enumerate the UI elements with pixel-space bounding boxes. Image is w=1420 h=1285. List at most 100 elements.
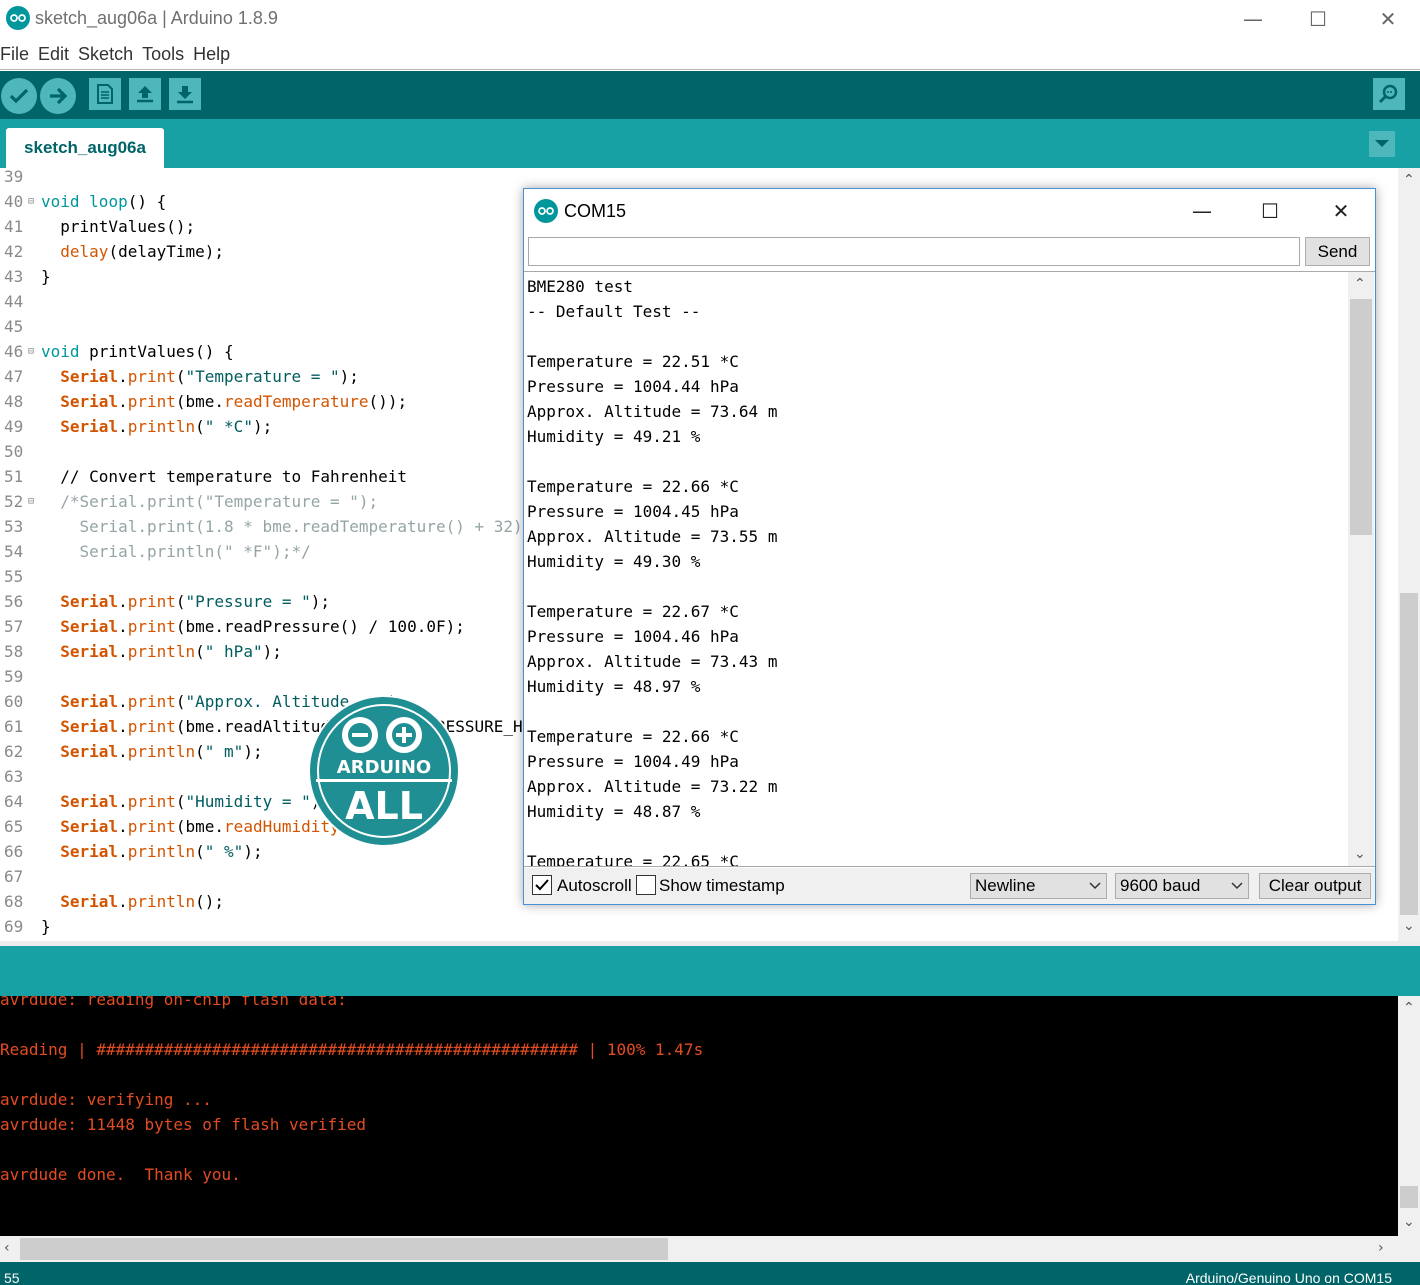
- fold-toggle-icon[interactable]: ⊟: [28, 346, 34, 357]
- send-button[interactable]: Send: [1305, 237, 1370, 266]
- arduino-logo-icon: [534, 199, 558, 223]
- verify-button[interactable]: [1, 78, 37, 114]
- editor-scrollbar[interactable]: ⌃ ⌄: [1398, 168, 1420, 941]
- line-number: 51: [4, 467, 24, 486]
- serial-output-line: Humidity = 49.30 %: [527, 552, 701, 571]
- menu-divider: [0, 69, 1420, 70]
- maximize-button[interactable]: ☐: [1283, 0, 1353, 38]
- code-line: // Convert temperature to Fahrenheit: [41, 467, 407, 486]
- line-number: 41: [4, 217, 24, 236]
- open-icon: [137, 86, 153, 103]
- scroll-up-icon[interactable]: ⌃: [1403, 1000, 1415, 1016]
- code-token: delay: [60, 242, 109, 261]
- serial-monitor-window: COM15 — ☐ ✕ Send BME280 test -- Default T…: [523, 188, 1376, 905]
- serial-output[interactable]: BME280 test -- Default Test -- Temperature…: [524, 271, 1375, 867]
- minimize-button[interactable]: —: [1218, 0, 1288, 38]
- scroll-down-icon[interactable]: ⌄: [1403, 1214, 1415, 1230]
- code-token: print: [127, 617, 176, 636]
- code-token: print: [127, 792, 176, 811]
- serial-output-line: Humidity = 49.21 %: [527, 427, 701, 446]
- tab-menu-button[interactable]: [1369, 131, 1395, 157]
- code-token: () {: [127, 192, 167, 211]
- baud-rate-select[interactable]: 9600 baud: [1115, 873, 1249, 899]
- save-button[interactable]: [169, 78, 201, 110]
- editor-scrollbar-thumb[interactable]: [1400, 593, 1418, 915]
- arduino-logo-icon: [6, 6, 30, 30]
- fold-toggle-icon[interactable]: ⊟: [28, 496, 34, 507]
- code-token: .: [118, 792, 128, 811]
- line-number: 68: [4, 892, 24, 911]
- console-line: avrdude: 11448 bytes of flash verified: [0, 1115, 367, 1134]
- menu-edit[interactable]: Edit: [38, 44, 69, 70]
- code-token: println: [127, 892, 196, 911]
- scroll-left-icon[interactable]: ‹: [4, 1240, 10, 1256]
- code-token: );: [252, 417, 273, 436]
- serial-output-line: Temperature = 22.51 *C: [527, 352, 739, 371]
- code-line: }: [41, 917, 51, 936]
- code-line: }: [41, 267, 51, 286]
- sm-close-button[interactable]: ✕: [1306, 189, 1376, 233]
- new-button[interactable]: [89, 78, 121, 110]
- fold-toggle-icon[interactable]: ⊟: [28, 196, 34, 207]
- code-token: Serial: [60, 892, 119, 911]
- chevron-down-icon: [1089, 882, 1101, 890]
- menu-tools[interactable]: Tools: [142, 44, 184, 70]
- code-token: // Convert temperature to Fahrenheit: [41, 467, 408, 486]
- line-ending-select[interactable]: Newline: [970, 873, 1107, 899]
- serial-scrollbar-thumb[interactable]: [1350, 299, 1372, 535]
- serial-output-line: Approx. Altitude = 73.22 m: [527, 777, 778, 796]
- sm-minimize-button[interactable]: —: [1167, 189, 1237, 233]
- serial-monitor-icon: [1378, 84, 1398, 104]
- scroll-up-icon[interactable]: ⌃: [1403, 172, 1415, 188]
- menu-help[interactable]: Help: [193, 44, 230, 70]
- menu-sketch[interactable]: Sketch: [78, 44, 133, 70]
- serial-monitor-button[interactable]: [1373, 78, 1405, 110]
- console-horizontal-scrollbar[interactable]: ‹ ›: [0, 1236, 1398, 1262]
- code-token: .: [118, 842, 128, 861]
- scroll-down-icon[interactable]: ⌄: [1354, 846, 1366, 862]
- code-token: Serial: [60, 742, 119, 761]
- timestamp-checkbox[interactable]: [636, 875, 656, 895]
- serial-output-scrollbar[interactable]: ⌃ ⌄: [1348, 272, 1374, 866]
- serial-output-line: -- Default Test --: [527, 302, 701, 321]
- console-line: Reading | ##############################…: [0, 1040, 704, 1059]
- window-title: sketch_aug06a | Arduino 1.8.9: [35, 8, 278, 28]
- serial-monitor-title: COM15: [564, 201, 627, 221]
- console-scrollbar-thumb[interactable]: [1400, 1186, 1418, 1208]
- open-button[interactable]: [129, 78, 161, 110]
- code-token: (: [195, 842, 205, 861]
- upload-button[interactable]: [40, 78, 76, 114]
- code-token: printValues();: [41, 217, 196, 236]
- close-button[interactable]: ✕: [1353, 0, 1420, 38]
- console-scrollbar[interactable]: ⌃ ⌄: [1398, 996, 1420, 1236]
- line-number: 54: [4, 542, 24, 561]
- code-token: );: [262, 642, 282, 661]
- autoscroll-checkbox[interactable]: [532, 875, 552, 895]
- code-token: .: [118, 367, 128, 386]
- scroll-right-icon[interactable]: ›: [1378, 1240, 1384, 1256]
- line-number: 67: [4, 867, 24, 886]
- clear-output-button[interactable]: Clear output: [1259, 873, 1371, 899]
- arduino-all-logo: ARDUINO ALL: [308, 695, 460, 847]
- console-output[interactable]: avrdude: reading on-chip flash data: Read…: [0, 996, 1398, 1236]
- tab-sketch[interactable]: sketch_aug06a: [6, 128, 164, 168]
- code-token: print: [127, 717, 176, 736]
- code-token: );: [243, 742, 263, 761]
- serial-input[interactable]: [528, 237, 1300, 266]
- line-number: 50: [4, 442, 24, 461]
- sm-maximize-button[interactable]: ☐: [1235, 189, 1305, 233]
- code-line: printValues();: [41, 217, 195, 236]
- menu-file[interactable]: File: [0, 44, 29, 70]
- line-number: 46: [4, 342, 24, 361]
- code-token: (delayTime);: [108, 242, 225, 261]
- code-token: .: [118, 742, 128, 761]
- scroll-down-icon[interactable]: ⌄: [1403, 918, 1415, 934]
- line-number: 57: [4, 617, 24, 636]
- message-bar: [0, 941, 1420, 996]
- scroll-up-icon[interactable]: ⌃: [1354, 276, 1366, 292]
- horizontal-scrollbar-thumb[interactable]: [20, 1238, 668, 1260]
